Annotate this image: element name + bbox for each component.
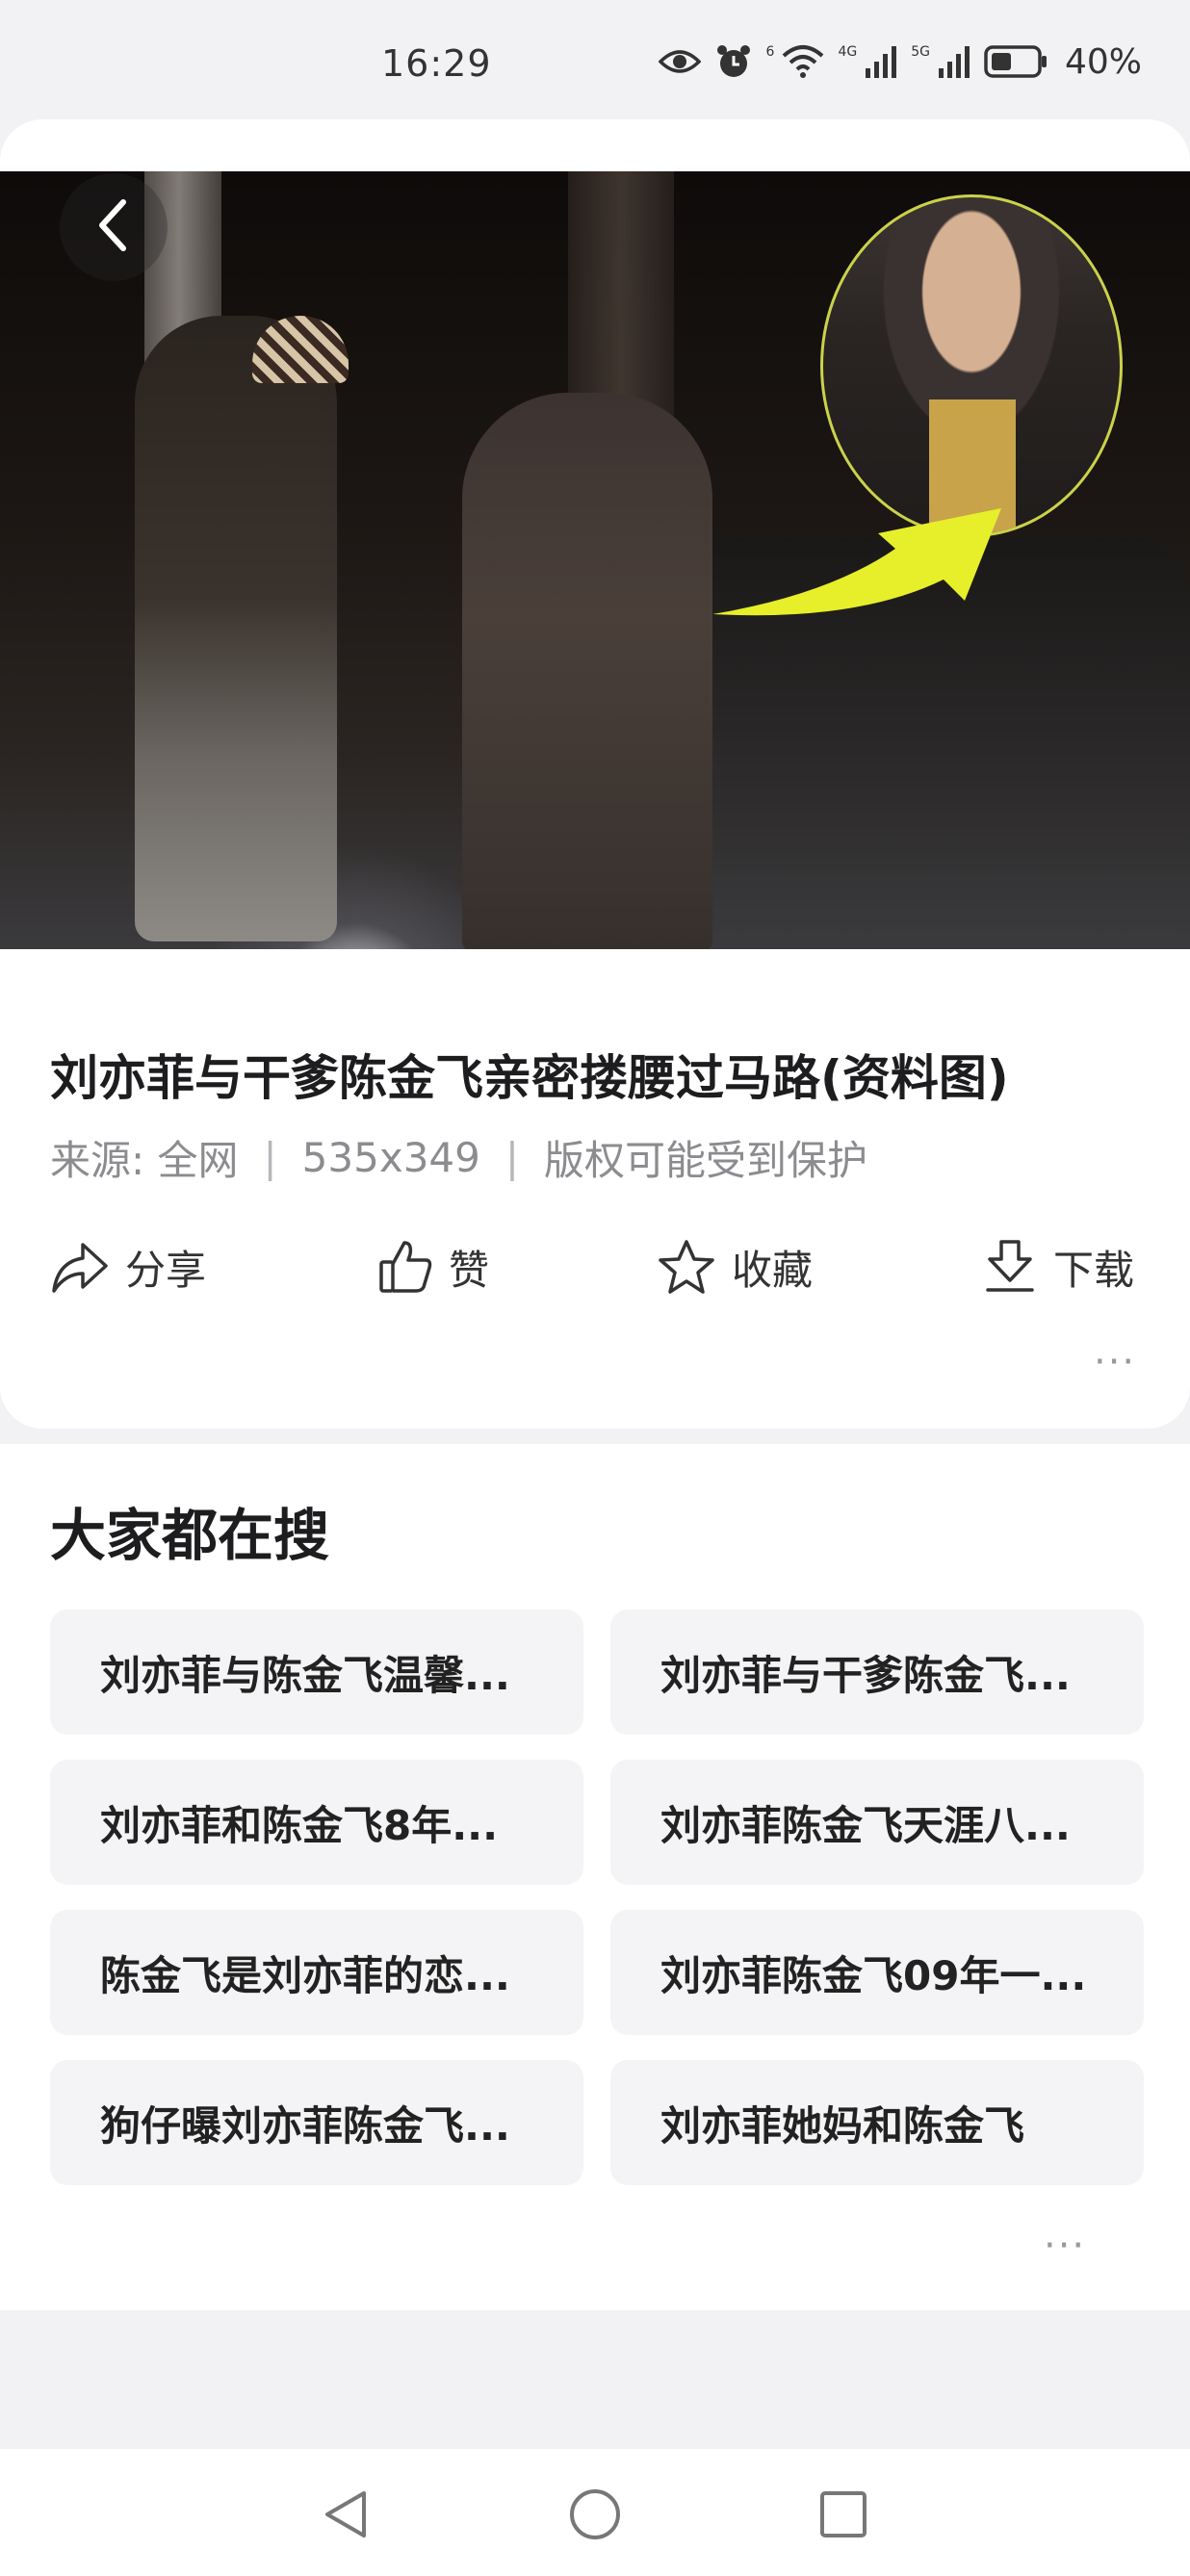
more-options-button[interactable]: ··· xyxy=(1094,1340,1136,1384)
status-time: 16:29 xyxy=(381,42,492,85)
favorite-button[interactable]: 收藏 xyxy=(657,1232,813,1301)
network-5g-label: 5G xyxy=(911,44,930,60)
nav-home-icon[interactable] xyxy=(568,2487,622,2545)
thumbs-up-icon xyxy=(377,1239,433,1295)
related-search-chip[interactable]: 刘亦菲和陈金飞8年... xyxy=(50,1760,583,1885)
favorite-label: 收藏 xyxy=(732,1246,814,1294)
battery-icon xyxy=(984,45,1048,78)
battery-percent: 40% xyxy=(1064,41,1142,82)
photo-person-left xyxy=(135,316,337,941)
signal-4g-icon xyxy=(865,45,897,78)
photo[interactable] xyxy=(0,171,1190,949)
alarm-icon xyxy=(714,42,753,81)
related-search-chip[interactable]: 刘亦菲她妈和陈金飞 xyxy=(610,2060,1144,2185)
share-button[interactable]: 分享 xyxy=(50,1232,206,1301)
meta-separator: | xyxy=(504,1134,520,1181)
related-search-title: 大家都在搜 xyxy=(50,1503,330,1568)
image-source: 来源: 全网 xyxy=(50,1137,239,1184)
download-icon xyxy=(982,1238,1038,1296)
meta-separator: | xyxy=(263,1134,277,1181)
like-label: 赞 xyxy=(449,1246,490,1294)
nav-recents-icon[interactable] xyxy=(818,2487,868,2545)
chevron-left-icon xyxy=(94,198,133,256)
star-icon xyxy=(657,1238,716,1296)
related-search-chip[interactable]: 刘亦菲陈金飞天涯八... xyxy=(610,1760,1144,1885)
image-copyright: 版权可能受到保护 xyxy=(544,1137,868,1184)
download-button[interactable]: 下载 xyxy=(982,1232,1134,1301)
related-search-chip[interactable]: 狗仔曝刘亦菲陈金飞... xyxy=(50,2060,583,2185)
back-button[interactable] xyxy=(60,173,168,281)
download-label: 下载 xyxy=(1053,1246,1135,1294)
like-button[interactable]: 赞 xyxy=(377,1232,489,1301)
signal-5g-icon xyxy=(938,45,970,78)
image-dimensions: 535x349 xyxy=(301,1134,480,1181)
action-bar: 分享 赞 收藏 下载 xyxy=(50,1232,1142,1301)
share-icon xyxy=(50,1239,110,1295)
highlight-arrow-icon xyxy=(712,508,1001,616)
image-meta: 来源: 全网 | 535x349 | 版权可能受到保护 xyxy=(50,1128,867,1187)
nav-back-icon[interactable] xyxy=(322,2487,370,2545)
status-icons: 6 4G 5G 40% xyxy=(658,40,1142,83)
related-search-chip[interactable]: 刘亦菲与陈金飞温馨... xyxy=(50,1610,583,1735)
wifi-icon xyxy=(782,44,824,79)
network-4g-label: 4G xyxy=(838,44,858,60)
image-title: 刘亦菲与干爹陈金飞亲密搂腰过马路(资料图) xyxy=(50,1050,1009,1106)
photo-person-middle xyxy=(462,393,712,949)
eye-icon xyxy=(658,47,701,76)
related-search-chip[interactable]: 刘亦菲陈金飞09年一... xyxy=(610,1910,1144,2035)
photo-inset-circle xyxy=(820,194,1123,537)
system-nav-bar xyxy=(0,2449,1190,2576)
status-bar: 16:29 6 4G 5G 40% xyxy=(0,0,1190,119)
wifi-label: 6 xyxy=(765,44,775,60)
related-more-button[interactable]: ··· xyxy=(1044,2224,1086,2268)
related-search-chip[interactable]: 陈金飞是刘亦菲的恋... xyxy=(50,1910,583,2035)
share-label: 分享 xyxy=(125,1246,207,1294)
related-search-chip[interactable]: 刘亦菲与干爹陈金飞... xyxy=(610,1610,1144,1735)
